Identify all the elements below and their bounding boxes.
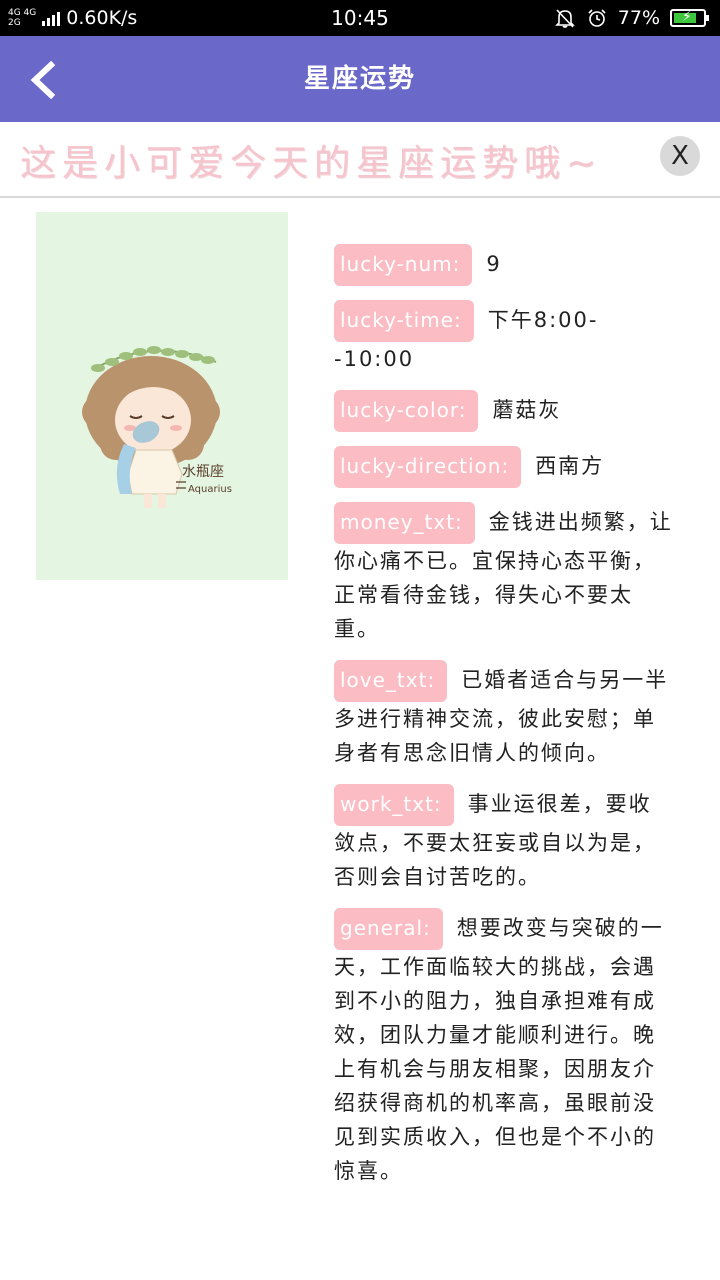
love-txt-row: love_txt: 已婚者适合与另一半多进行精神交流，彼此安慰；单身者有思念旧情人… xyxy=(334,660,674,770)
lucky-direction-value: 西南方 xyxy=(535,454,605,478)
money-txt-label: money_txt: xyxy=(334,502,475,544)
banner-text: 这是小可爱今天的星座运势哦~ xyxy=(20,143,603,184)
lucky-direction-label: lucky-direction: xyxy=(334,446,522,488)
lucky-num-value: 9 xyxy=(486,252,502,276)
close-button[interactable]: X xyxy=(660,136,700,176)
zodiac-name: 水瓶座 xyxy=(182,464,224,480)
general-row: general: 想要改变与突破的一天，工作面临较大的挑战，会遇到不小的阻力，独自… xyxy=(334,908,674,1188)
aquarius-illustration: 水瓶座 Aquarius xyxy=(82,346,232,508)
status-right: 77% ⚡ xyxy=(554,0,709,36)
page-title: 星座运势 xyxy=(303,64,416,94)
lucky-color-row: lucky-color: 蘑菇灰 xyxy=(334,390,674,432)
zodiac-image: 水瓶座 Aquarius xyxy=(36,212,288,580)
lucky-direction-row: lucky-direction: 西南方 xyxy=(334,446,674,488)
battery-icon: ⚡ xyxy=(670,9,709,27)
work-txt-label: work_txt: xyxy=(334,784,454,826)
lucky-num-row: lucky-num: 9 xyxy=(334,244,674,286)
lucky-num-label: lucky-num: xyxy=(334,244,473,286)
zodiac-name-en: Aquarius xyxy=(188,484,232,495)
fortune-panel: lucky-num: 9 lucky-time: 下午8:00--10:00 luc… xyxy=(334,244,674,1202)
alarm-icon xyxy=(586,7,608,29)
app-bar: 星座运势 xyxy=(0,36,720,122)
love-txt-label: love_txt: xyxy=(334,660,448,702)
money-txt-row: money_txt: 金钱进出频繁，让你心痛不已。宜保持心态平衡，正常看待金钱，得… xyxy=(334,502,674,646)
lucky-color-value: 蘑菇灰 xyxy=(492,398,562,422)
lucky-time-row: lucky-time: 下午8:00--10:00 xyxy=(334,300,674,376)
lucky-color-label: lucky-color: xyxy=(334,390,479,432)
status-bar: 4G 4G 2G 0.60K/s 10:45 77% ⚡ xyxy=(0,0,720,36)
work-txt-row: work_txt: 事业运很差，要收敛点，不要太狂妄或自以为是，否则会自讨苦吃的。 xyxy=(334,784,674,894)
battery-percent: 77% xyxy=(617,7,660,29)
mute-bell-icon xyxy=(554,7,576,29)
general-value: 想要改变与突破的一天，工作面临较大的挑战，会遇到不小的阻力，独自承担难有成效，团… xyxy=(334,916,664,1183)
general-label: general: xyxy=(334,908,443,950)
banner: 这是小可爱今天的星座运势哦~ xyxy=(0,122,720,198)
lucky-time-label: lucky-time: xyxy=(334,300,474,342)
